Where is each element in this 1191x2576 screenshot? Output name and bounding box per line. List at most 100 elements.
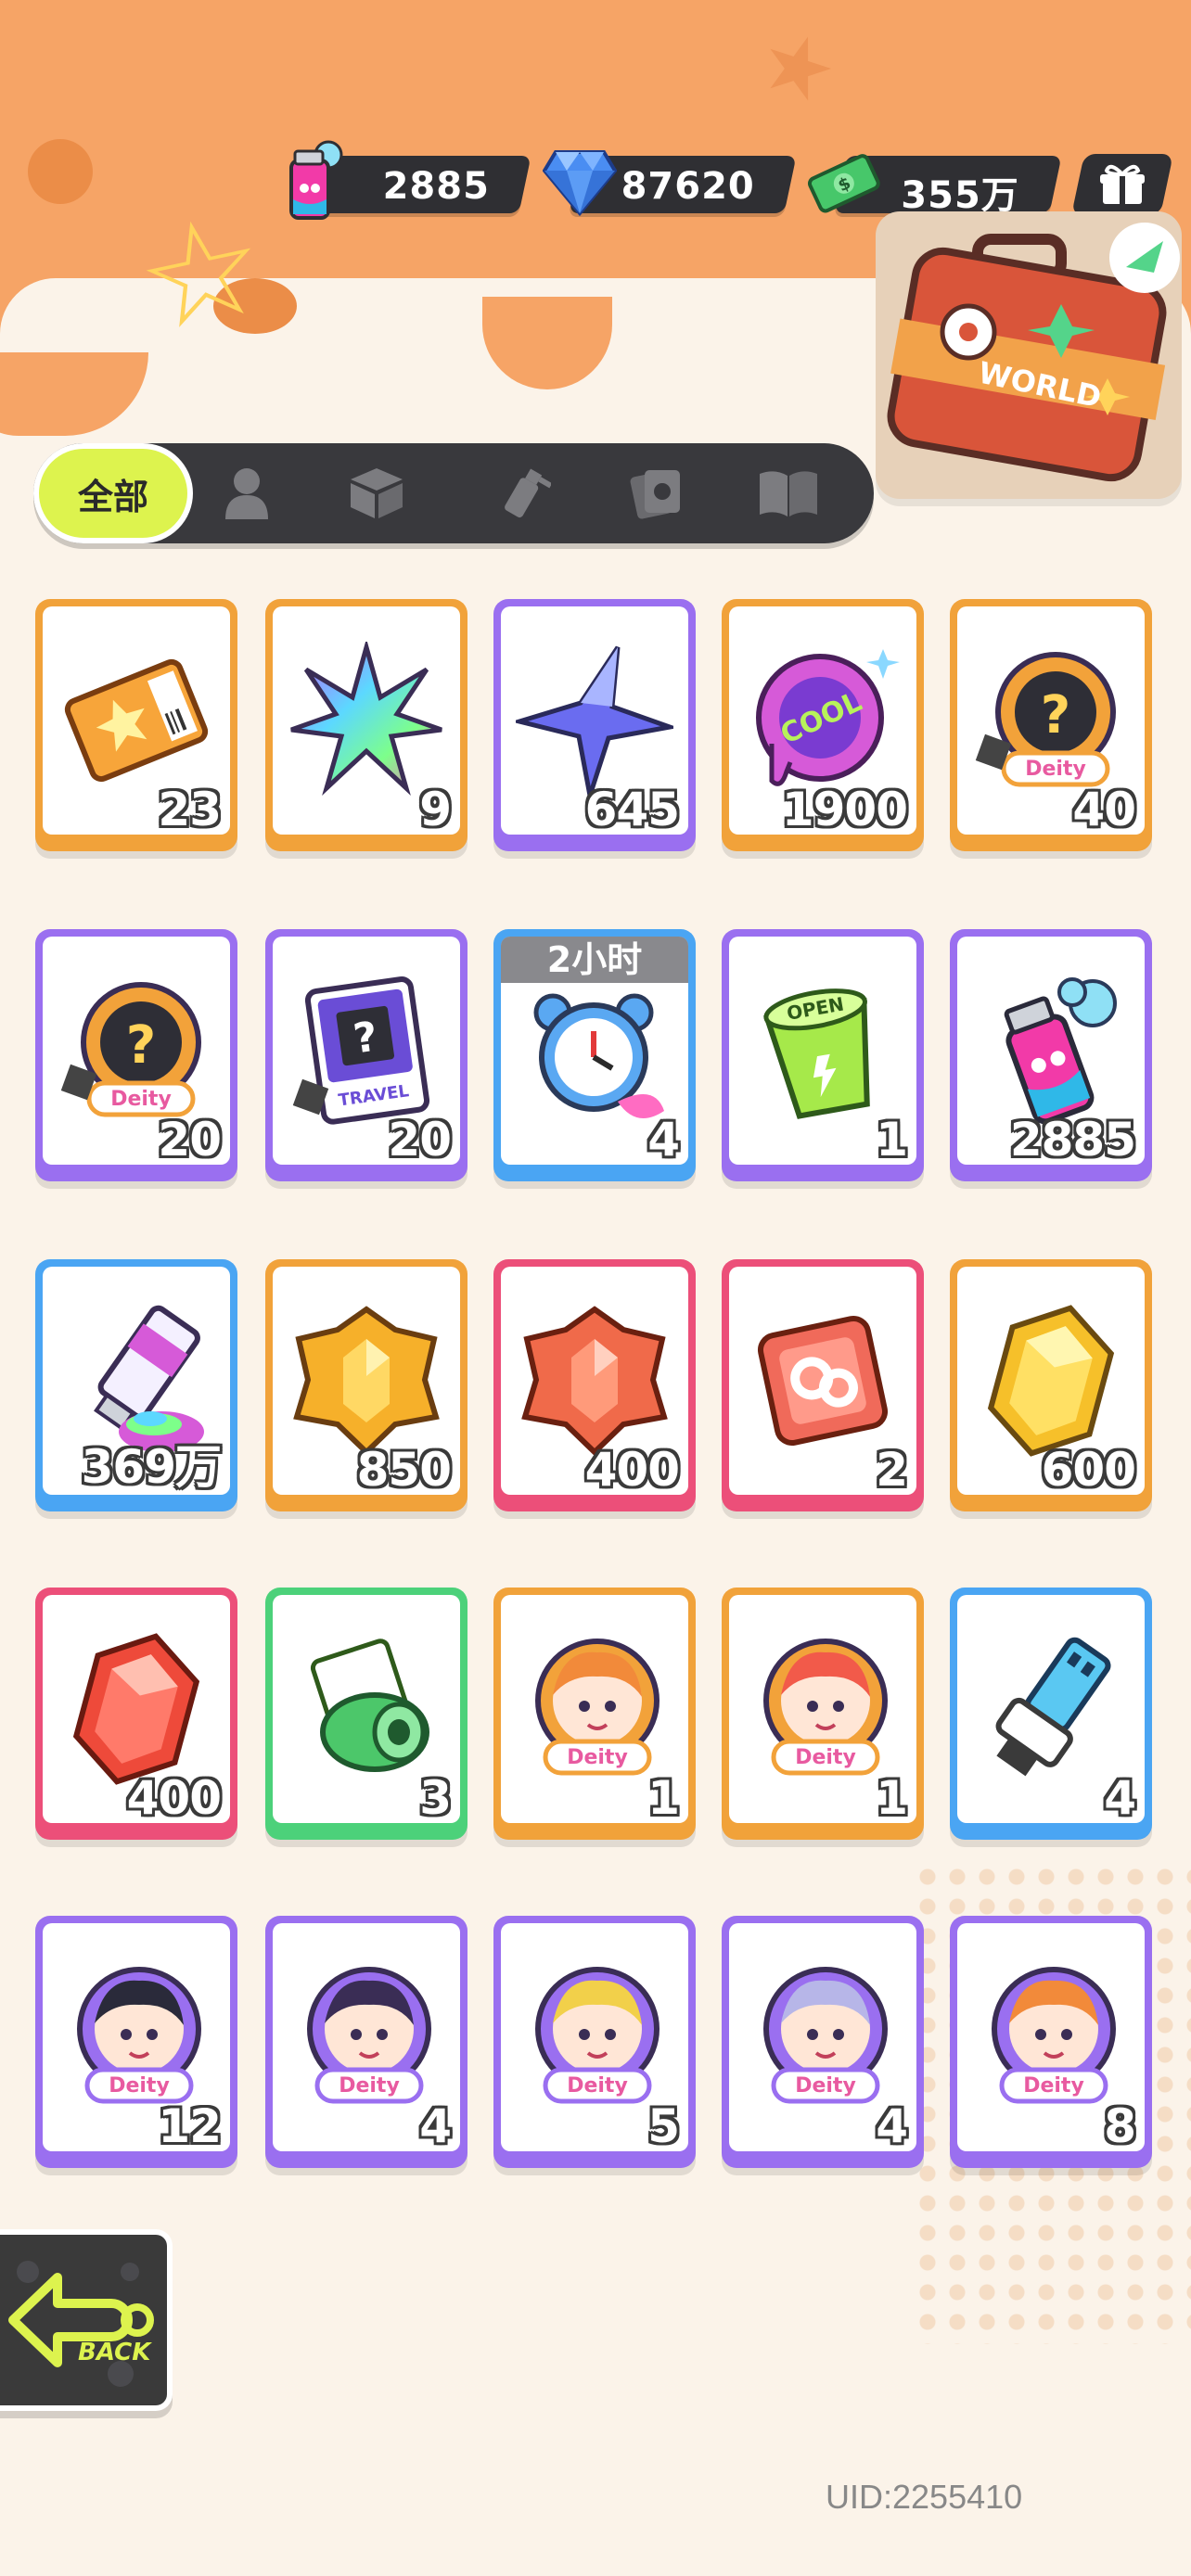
world-travel-button[interactable]: WORLD: [876, 211, 1182, 499]
svg-text:Deity: Deity: [795, 2074, 856, 2098]
item-card-body: Deity 4: [273, 1923, 460, 2151]
item-card-body: Deity 1: [501, 1595, 688, 1823]
item-card-body: 9: [273, 606, 460, 835]
diamond-icon: [540, 135, 620, 228]
item-count: 4: [419, 2099, 452, 2151]
item-count: 4: [876, 2099, 908, 2151]
item-card[interactable]: Deity 8: [950, 1916, 1152, 2168]
item-card-body: Deity 4: [729, 1923, 916, 2151]
item-count: 40: [1072, 783, 1136, 835]
svg-text:Deity: Deity: [110, 1088, 172, 1111]
svg-text:Deity: Deity: [1023, 2074, 1084, 2098]
card-icon: [630, 470, 680, 519]
spray-tool-icon: [505, 468, 551, 518]
item-card-body: Deity 12: [43, 1923, 230, 2151]
item-card-body: 23: [43, 606, 230, 835]
item-card[interactable]: 2885: [950, 929, 1152, 1181]
item-count: 23: [158, 783, 222, 835]
item-card[interactable]: Deity 12: [35, 1916, 237, 2168]
back-button[interactable]: BACK: [0, 2229, 173, 2411]
item-card[interactable]: 23: [35, 599, 237, 851]
item-count: 1: [876, 1113, 908, 1165]
item-card-body: Deity 8: [957, 1923, 1145, 2151]
tab-all-label: 全部: [77, 476, 148, 517]
item-card[interactable]: 3: [265, 1588, 467, 1840]
back-label: BACK: [78, 2339, 151, 2366]
item-card-body: COOL 1900: [729, 606, 916, 835]
item-card[interactable]: ? Deity 40: [950, 599, 1152, 851]
item-card[interactable]: 600: [950, 1259, 1152, 1511]
svg-text:?: ?: [1041, 685, 1070, 746]
suitcase-icon: [887, 223, 1180, 482]
item-card-body: 369万: [43, 1267, 230, 1495]
item-card[interactable]: ? Deity 20: [35, 929, 237, 1181]
cash-icon: $: [803, 135, 883, 228]
tab-spray[interactable]: [492, 460, 558, 527]
item-card[interactable]: Deity 4: [722, 1916, 924, 2168]
item-card[interactable]: ? TRAVEL 20: [265, 929, 467, 1181]
tab-character[interactable]: [213, 460, 280, 527]
item-card[interactable]: 4: [950, 1588, 1152, 1840]
spray-can-icon: [275, 135, 354, 228]
item-card[interactable]: 2: [722, 1259, 924, 1511]
paint-splat: [28, 139, 93, 204]
item-card[interactable]: 400: [35, 1588, 237, 1840]
item-card-body: 400: [501, 1267, 688, 1495]
item-card-body: ? Deity 40: [957, 606, 1145, 835]
item-count: 1900: [781, 783, 908, 835]
svg-text:Deity: Deity: [1025, 758, 1086, 781]
item-card-body: 2885: [957, 937, 1145, 1165]
item-card-body: 4: [957, 1595, 1145, 1823]
tab-card[interactable]: [623, 460, 690, 527]
item-count: 400: [126, 1771, 222, 1823]
item-card[interactable]: Deity 1: [493, 1588, 696, 1840]
item-count: 3: [419, 1771, 452, 1823]
svg-text:Deity: Deity: [339, 2074, 400, 2098]
item-card-body: 3: [273, 1595, 460, 1823]
item-card[interactable]: Deity 5: [493, 1916, 696, 2168]
item-count: 20: [158, 1113, 222, 1165]
item-card[interactable]: 400: [493, 1259, 696, 1511]
item-count: 850: [356, 1443, 452, 1495]
uid-label: UID:2255410: [826, 2478, 1023, 2516]
diamond-amount: 87620: [621, 165, 755, 208]
item-card[interactable]: 4 2小时: [493, 929, 696, 1181]
gift-box-icon: [1100, 164, 1145, 204]
item-count: 600: [1041, 1443, 1136, 1495]
svg-text:?: ?: [126, 1015, 156, 1076]
item-count: 5: [647, 2099, 680, 2151]
item-timer: 2小时: [501, 937, 688, 983]
item-card[interactable]: Deity 1: [722, 1588, 924, 1840]
item-count: 400: [584, 1443, 680, 1495]
gift-box-button[interactable]: [1070, 154, 1174, 215]
item-card[interactable]: 645: [493, 599, 696, 851]
item-card-body: OPEN 1: [729, 937, 916, 1165]
item-count: 1: [647, 1771, 680, 1823]
item-card[interactable]: OPEN 1: [722, 929, 924, 1181]
item-card-body: ? Deity 20: [43, 937, 230, 1165]
back-arrow-icon: [8, 2261, 154, 2387]
tab-all[interactable]: 全部: [33, 443, 193, 543]
item-count: 4: [647, 1113, 680, 1165]
item-card[interactable]: 9: [265, 599, 467, 851]
box-icon: [351, 468, 403, 518]
item-card-body: 600: [957, 1267, 1145, 1495]
tab-box[interactable]: [343, 460, 410, 527]
item-count: 2: [876, 1443, 908, 1495]
item-card[interactable]: Deity 4: [265, 1916, 467, 2168]
tab-book[interactable]: [755, 460, 822, 527]
svg-text:Deity: Deity: [567, 2074, 628, 2098]
book-icon: [760, 471, 817, 516]
item-card[interactable]: COOL 1900: [722, 599, 924, 851]
item-card[interactable]: 369万: [35, 1259, 237, 1511]
item-card-body: Deity 1: [729, 1595, 916, 1823]
category-tab-bar: 全部: [33, 443, 874, 543]
item-count: 645: [584, 783, 680, 835]
spray-amount: 2885: [382, 165, 490, 208]
item-card[interactable]: 850: [265, 1259, 467, 1511]
person-icon: [225, 468, 268, 519]
item-card-body: 2: [729, 1267, 916, 1495]
item-count: 2885: [1009, 1113, 1136, 1165]
item-card-body: ? TRAVEL 20: [273, 937, 460, 1165]
svg-text:Deity: Deity: [795, 1746, 856, 1769]
